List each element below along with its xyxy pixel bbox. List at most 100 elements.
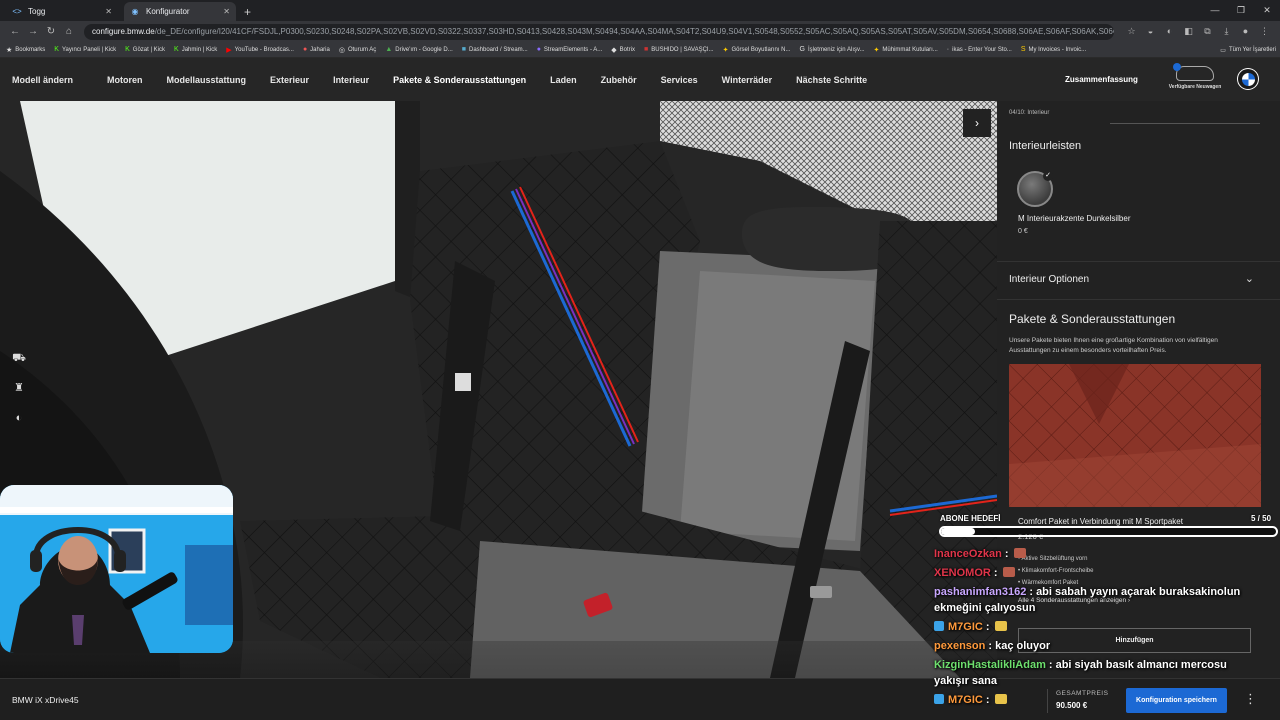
- window-controls: — ❐ ✕: [1202, 0, 1280, 21]
- bookmark-star-icon[interactable]: ☆: [1122, 26, 1141, 37]
- chat-overlay: InanceOzkan: XENOMOR: pashanimfan3162: a…: [934, 546, 1244, 711]
- chat-username: InanceOzkan: [934, 548, 1002, 560]
- all-bookmarks-button[interactable]: ▭ Tüm Yer İşaretleri: [1220, 42, 1276, 57]
- nav-item-winterraeder[interactable]: Winterräder: [722, 75, 772, 85]
- bmw-logo[interactable]: [1237, 68, 1259, 90]
- sub-goal-progress: [939, 526, 1278, 537]
- nav-item-naechste-schritte[interactable]: Nächste Schritte: [796, 75, 867, 85]
- bookmark-item[interactable]: G İşletmeniz için Alışv...: [800, 46, 865, 53]
- site-icon: ·: [946, 46, 950, 53]
- kick-icon: K: [54, 46, 59, 53]
- lights-icon[interactable]: ◐: [12, 411, 26, 425]
- bookmark-item[interactable]: ★ Bookmarks: [6, 46, 45, 54]
- sub-goal-count: 5 / 50: [1251, 514, 1272, 523]
- available-cars-button[interactable]: Verfügbare Neuwagen: [1160, 63, 1230, 90]
- car-icon: [1173, 63, 1214, 81]
- progress-fill: [941, 528, 975, 535]
- download-icon[interactable]: ⤓: [1217, 26, 1236, 37]
- change-model-link[interactable]: Modell ändern: [12, 75, 73, 85]
- bookmark-item[interactable]: ■ BUSHIDO | SAVAŞÇI...: [644, 46, 714, 53]
- sub-goal-label: ABONE HEDEFİ: [940, 514, 1001, 523]
- bookmark-item[interactable]: ◎ Oturum Aç: [339, 46, 376, 54]
- emote-icon: [1013, 548, 1026, 558]
- nav-item-motoren[interactable]: Motoren: [107, 75, 143, 85]
- bookmark-item[interactable]: ◆ Botrix: [611, 46, 635, 54]
- bookmark-item[interactable]: ✦ Görsel Boyutlarını N...: [723, 46, 791, 54]
- reload-icon[interactable]: ↻: [42, 26, 60, 37]
- bookmark-item[interactable]: ● Jaharia: [303, 46, 330, 53]
- model-name: BMW iX xDrive45: [12, 695, 79, 705]
- incognito-icon[interactable]: ◒: [1141, 26, 1160, 37]
- interior-options-toggle[interactable]: Interieur Optionen: [1009, 274, 1089, 285]
- nav-item-services[interactable]: Services: [661, 75, 698, 85]
- nav-item-exterieur[interactable]: Exterieur: [270, 75, 309, 85]
- bookmark-item[interactable]: K Yayıncı Paneli | Kick: [54, 46, 116, 53]
- new-tab-button[interactable]: +: [244, 5, 251, 19]
- seat-view-icon[interactable]: ♜: [12, 381, 26, 395]
- site-icon: ◆: [611, 46, 617, 54]
- summary-link[interactable]: Zusammenfassung: [1065, 75, 1138, 84]
- minimize-icon[interactable]: —: [1202, 0, 1228, 21]
- view-switcher: ⛟ ♜ ◐: [12, 351, 26, 441]
- site-icon: ■: [461, 46, 466, 53]
- close-window-icon[interactable]: ✕: [1254, 0, 1280, 21]
- kick-icon: K: [125, 46, 130, 53]
- nav-item-pakete[interactable]: Pakete & Sonderausstattungen: [393, 75, 526, 85]
- count-badge: [1173, 63, 1181, 71]
- extension-icon[interactable]: ◧: [1179, 26, 1198, 37]
- trim-swatch[interactable]: ✓: [1017, 171, 1053, 207]
- package-name: Comfort Paket in Verbindung mit M Sportp…: [1018, 517, 1183, 526]
- avatar[interactable]: ●: [1236, 26, 1255, 37]
- bookmark-item[interactable]: ▲ Drive'ım - Google D...: [385, 46, 452, 53]
- restore-icon[interactable]: ❐: [1228, 0, 1254, 21]
- badge-icon: [934, 621, 944, 631]
- next-view-button[interactable]: ›: [963, 109, 991, 137]
- bookmark-item[interactable]: K Gözat | Kick: [125, 46, 165, 53]
- step-indicator: 04/10: Interieur: [1009, 110, 1050, 116]
- chat-separator: :: [1004, 548, 1012, 560]
- divider: [997, 299, 1280, 300]
- extension-toolbar: ☆ ◒ ◐ ◧ ⧉ ⤓ ● ⋮: [1122, 26, 1274, 37]
- close-icon[interactable]: ✕: [105, 7, 112, 16]
- bookmark-item[interactable]: · ikas - Enter Your Sto...: [947, 46, 1012, 53]
- bookmark-item[interactable]: ✦ Mühimmat Kutuları...: [874, 46, 938, 54]
- browser-tab-konfigurator[interactable]: ◉ Konfigurator ✕: [124, 2, 236, 21]
- tab-title: Konfigurator: [146, 7, 190, 16]
- bookmark-item[interactable]: ▶ YouTube - Broadcas...: [226, 46, 294, 54]
- divider: [997, 261, 1280, 262]
- site-icon: ✦: [873, 46, 880, 54]
- packages-description: Unsere Pakete bieten Ihnen eine großarti…: [1009, 337, 1218, 354]
- bmw-favicon-icon: ◉: [131, 7, 139, 16]
- available-cars-label: Verfügbare Neuwagen: [1168, 84, 1222, 90]
- bookmark-item[interactable]: S My Invoices - Invoic...: [1021, 46, 1086, 53]
- code-icon: <>: [12, 7, 22, 16]
- home-icon[interactable]: ⌂: [60, 26, 78, 37]
- car-view-icon[interactable]: ⛟: [12, 351, 26, 365]
- bookmark-item[interactable]: K Jahmin | Kick: [174, 46, 217, 53]
- puzzle-icon[interactable]: ⧉: [1198, 26, 1217, 37]
- browser-tab-togg[interactable]: <> Togg ✕: [6, 2, 118, 21]
- package-image: [1009, 364, 1261, 507]
- google-icon: G: [799, 46, 805, 53]
- chevron-down-icon[interactable]: ⌄: [1245, 272, 1254, 285]
- forward-icon[interactable]: →: [24, 26, 42, 37]
- address-bar-row: ← → ↻ ⌂ configure.bmw.de/de_DE/configure…: [0, 21, 1280, 42]
- url-input[interactable]: configure.bmw.de/de_DE/configure/I20/41C…: [84, 23, 1114, 40]
- chat-username: pashanimfan3162: [934, 586, 1027, 598]
- chat-message: InanceOzkan:: [934, 546, 1244, 562]
- site-icon: ◎: [338, 46, 345, 54]
- more-options-icon[interactable]: ⋮: [1244, 691, 1257, 707]
- emote-icon: [994, 621, 1007, 631]
- bookmark-item[interactable]: ● StreamElements - A...: [537, 46, 603, 53]
- back-icon[interactable]: ←: [6, 26, 24, 37]
- nav-item-modellausstattung[interactable]: Modellausstattung: [167, 75, 247, 85]
- bookmark-item[interactable]: ■ Dashboard / Stream...: [462, 46, 528, 53]
- extension-icon[interactable]: ◐: [1160, 26, 1179, 37]
- close-icon[interactable]: ✕: [223, 7, 230, 16]
- nav-item-interieur[interactable]: Interieur: [333, 75, 369, 85]
- nav-item-zubehoer[interactable]: Zubehör: [601, 75, 637, 85]
- menu-icon[interactable]: ⋮: [1255, 26, 1274, 37]
- chat-username: M7GIC: [948, 621, 983, 633]
- webcam-overlay: [0, 485, 233, 653]
- nav-item-laden[interactable]: Laden: [550, 75, 577, 85]
